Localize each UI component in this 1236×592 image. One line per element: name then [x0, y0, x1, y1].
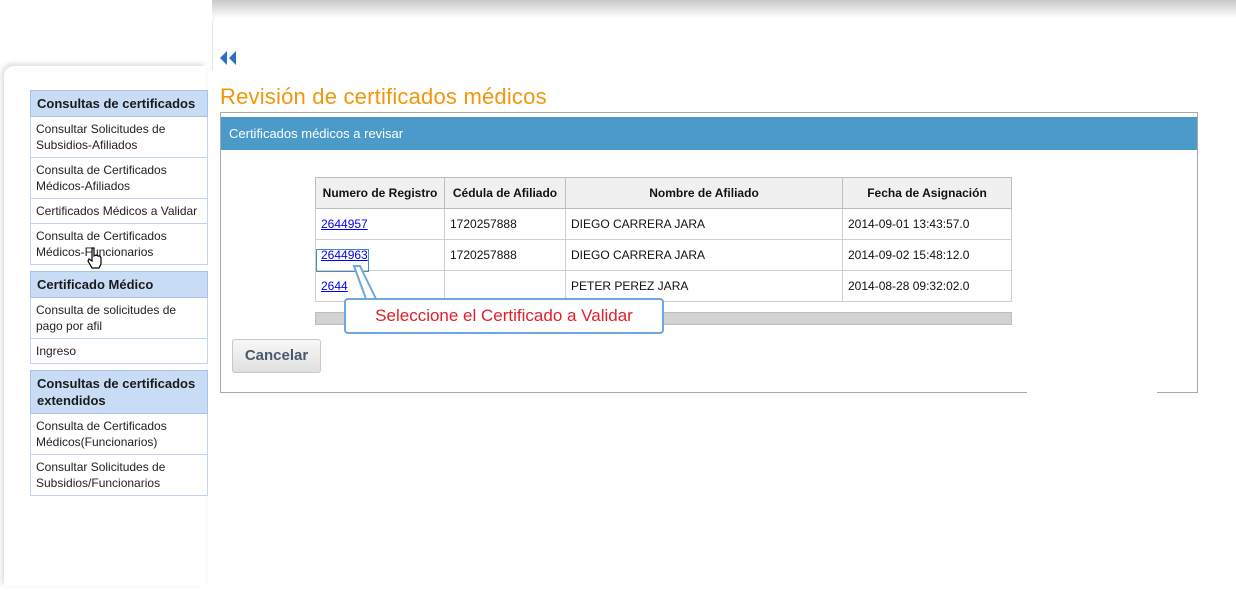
sidebar-item-solicitudes-funcionarios[interactable]: Consultar Solicitudes de Subsidios/Funci…: [30, 455, 208, 496]
cell-nombre: DIEGO CARRERA JARA: [565, 239, 843, 271]
sidebar-section-certificados-extendidos[interactable]: Consultas de certificados extendidos: [30, 370, 208, 414]
sidebar-item-consultar-solicitudes-afiliados[interactable]: Consultar Solicitudes de Subsidios-Afili…: [30, 117, 208, 158]
cell-cedula: [444, 270, 566, 302]
table-row[interactable]: 2644963 1720257888 DIEGO CARRERA JARA 20…: [315, 239, 1012, 271]
content-frame-edge: [212, 10, 1193, 70]
sidebar: Consultas de certificados Consultar Soli…: [4, 66, 208, 586]
page-title: Revisión de certificados médicos: [220, 84, 547, 109]
callout-pointer: [352, 265, 378, 300]
sidebar-item-certificados-funcionarios[interactable]: Consulta de Certificados Médicos(Funcion…: [30, 414, 208, 455]
panel-header: Certificados médicos a revisar: [221, 117, 1197, 150]
cell-registro: 2644: [315, 270, 445, 302]
column-header[interactable]: Fecha de Asignación: [842, 177, 1012, 209]
sidebar-item-consulta-certificados-funcionarios[interactable]: Consulta de Certificados Médicos-Funcion…: [30, 224, 208, 265]
sidebar-section-consultas-certificados[interactable]: Consultas de certificados: [30, 90, 208, 117]
sidebar-menu: Consultas de certificados Consultar Soli…: [30, 90, 208, 496]
instruction-callout: Seleccione el Certificado a Validar: [344, 298, 664, 334]
column-header[interactable]: Cédula de Afiliado: [444, 177, 566, 209]
registro-link[interactable]: 2644: [321, 279, 348, 293]
sidebar-section-certificado-medico[interactable]: Certificado Médico: [30, 271, 208, 298]
sidebar-item-solicitudes-pago[interactable]: Consulta de solicitudes de pago por afil: [30, 298, 208, 339]
column-header[interactable]: Nombre de Afiliado: [565, 177, 843, 209]
double-left-arrow-icon[interactable]: [219, 50, 237, 66]
cell-fecha: 2014-08-28 09:32:02.0: [842, 270, 1012, 302]
cell-registro: 2644957: [315, 208, 445, 240]
table-row[interactable]: 2644 PETER PEREZ JARA 2014-08-28 09:32:0…: [315, 270, 1012, 302]
cell-cedula: 1720257888: [444, 239, 566, 271]
sidebar-item-certificados-a-validar[interactable]: Certificados Médicos a Validar: [30, 199, 208, 224]
cell-nombre: PETER PEREZ JARA: [565, 270, 843, 302]
panel-border-gap: [1027, 384, 1157, 394]
column-header[interactable]: Numero de Registro: [315, 177, 445, 209]
hand-pointer-icon: [86, 247, 104, 275]
cell-nombre: DIEGO CARRERA JARA: [565, 208, 843, 240]
certificates-table: Numero de Registro Cédula de Afiliado No…: [315, 177, 1012, 302]
sidebar-item-ingreso[interactable]: Ingreso: [30, 339, 208, 364]
table-row[interactable]: 2644957 1720257888 DIEGO CARRERA JARA 20…: [315, 208, 1012, 240]
registro-link[interactable]: 2644957: [321, 217, 368, 231]
table-header-row: Numero de Registro Cédula de Afiliado No…: [315, 177, 1012, 209]
cell-cedula: 1720257888: [444, 208, 566, 240]
sidebar-item-consulta-certificados-afiliados[interactable]: Consulta de Certificados Médicos-Afiliad…: [30, 158, 208, 199]
cell-fecha: 2014-09-01 13:43:57.0: [842, 208, 1012, 240]
cancel-button[interactable]: Cancelar: [232, 339, 321, 373]
cell-fecha: 2014-09-02 15:48:12.0: [842, 239, 1012, 271]
